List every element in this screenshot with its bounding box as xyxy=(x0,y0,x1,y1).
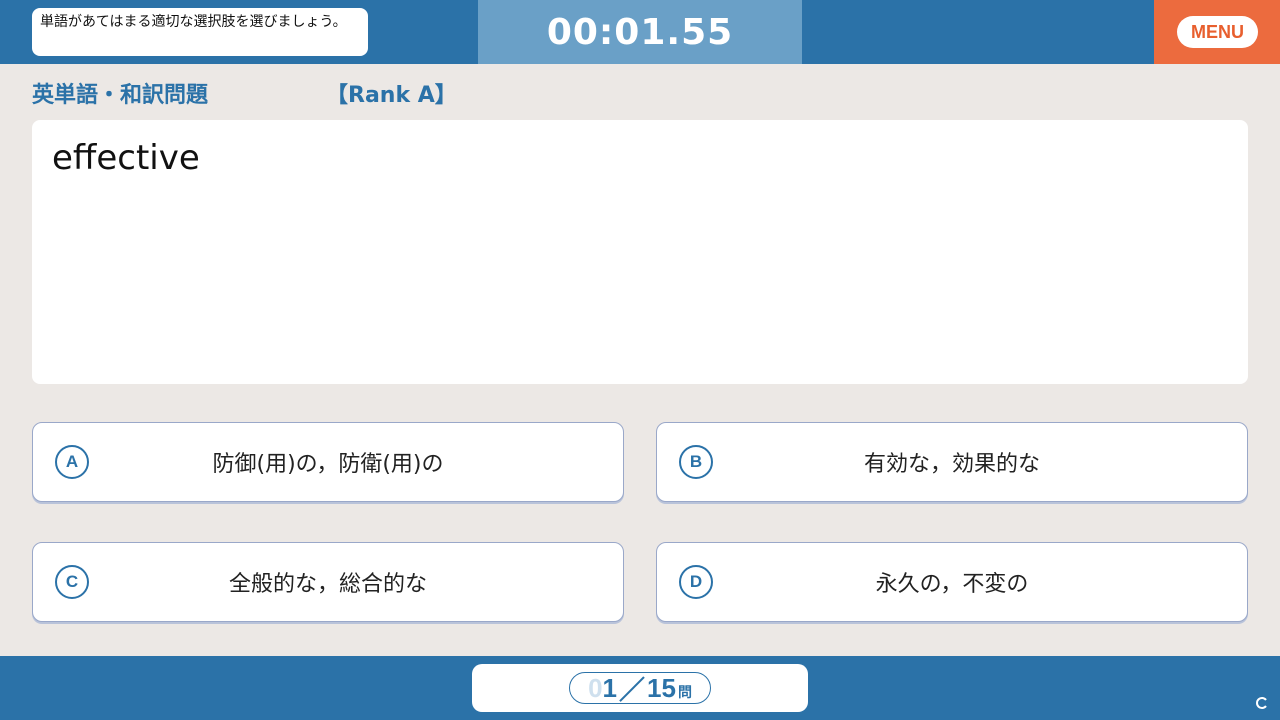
choice-c-text: 全般的な，総合的な xyxy=(228,572,427,597)
header-bar: 単語があてはまる適切な選択肢を選びましょう。 00:01.55 MENU xyxy=(0,0,1280,64)
footer-bar: 0 1 ／ 15 問 xyxy=(0,656,1280,720)
choice-b-icon: B xyxy=(679,445,713,479)
progress-separator: ／ xyxy=(619,674,646,705)
choice-a-text: 防御(用)の，防衛(用)の xyxy=(212,452,444,477)
choice-b-text: 有効な，効果的な xyxy=(863,452,1040,477)
question-word: effective xyxy=(52,138,200,178)
progress-unit: 問 xyxy=(677,684,692,700)
question-category: 英単語・和訳問題 xyxy=(32,83,209,108)
progress-total: 15 xyxy=(647,672,676,703)
instruction-text: 単語があてはまる適切な選択肢を選びましょう。 xyxy=(32,8,368,56)
choice-a-icon: A xyxy=(55,445,89,479)
question-rank: 【Rank A】 xyxy=(326,83,457,108)
menu-button[interactable]: MENU xyxy=(1177,16,1258,48)
choice-d-icon: D xyxy=(679,565,713,599)
progress-current: 1 xyxy=(602,672,617,703)
question-card: effective xyxy=(32,120,1248,384)
menu-area: MENU xyxy=(1154,0,1280,64)
choice-c-icon: C xyxy=(55,565,89,599)
progress-box: 0 1 ／ 15 問 xyxy=(472,664,808,712)
progress-indicator: 0 1 ／ 15 問 xyxy=(569,672,711,705)
choice-c-button[interactable]: C 全般的な，総合的な xyxy=(32,542,624,622)
choice-b-button[interactable]: B 有効な，効果的な xyxy=(656,422,1248,502)
choice-a-button[interactable]: A 防御(用)の，防衛(用)の xyxy=(32,422,624,502)
timer-display: 00:01.55 xyxy=(478,0,802,64)
choice-d-text: 永久の，不変の xyxy=(875,572,1029,597)
reload-icon[interactable] xyxy=(1255,696,1271,712)
choice-d-button[interactable]: D 永久の，不変の xyxy=(656,542,1248,622)
progress-lead-digit: 0 xyxy=(588,672,603,703)
